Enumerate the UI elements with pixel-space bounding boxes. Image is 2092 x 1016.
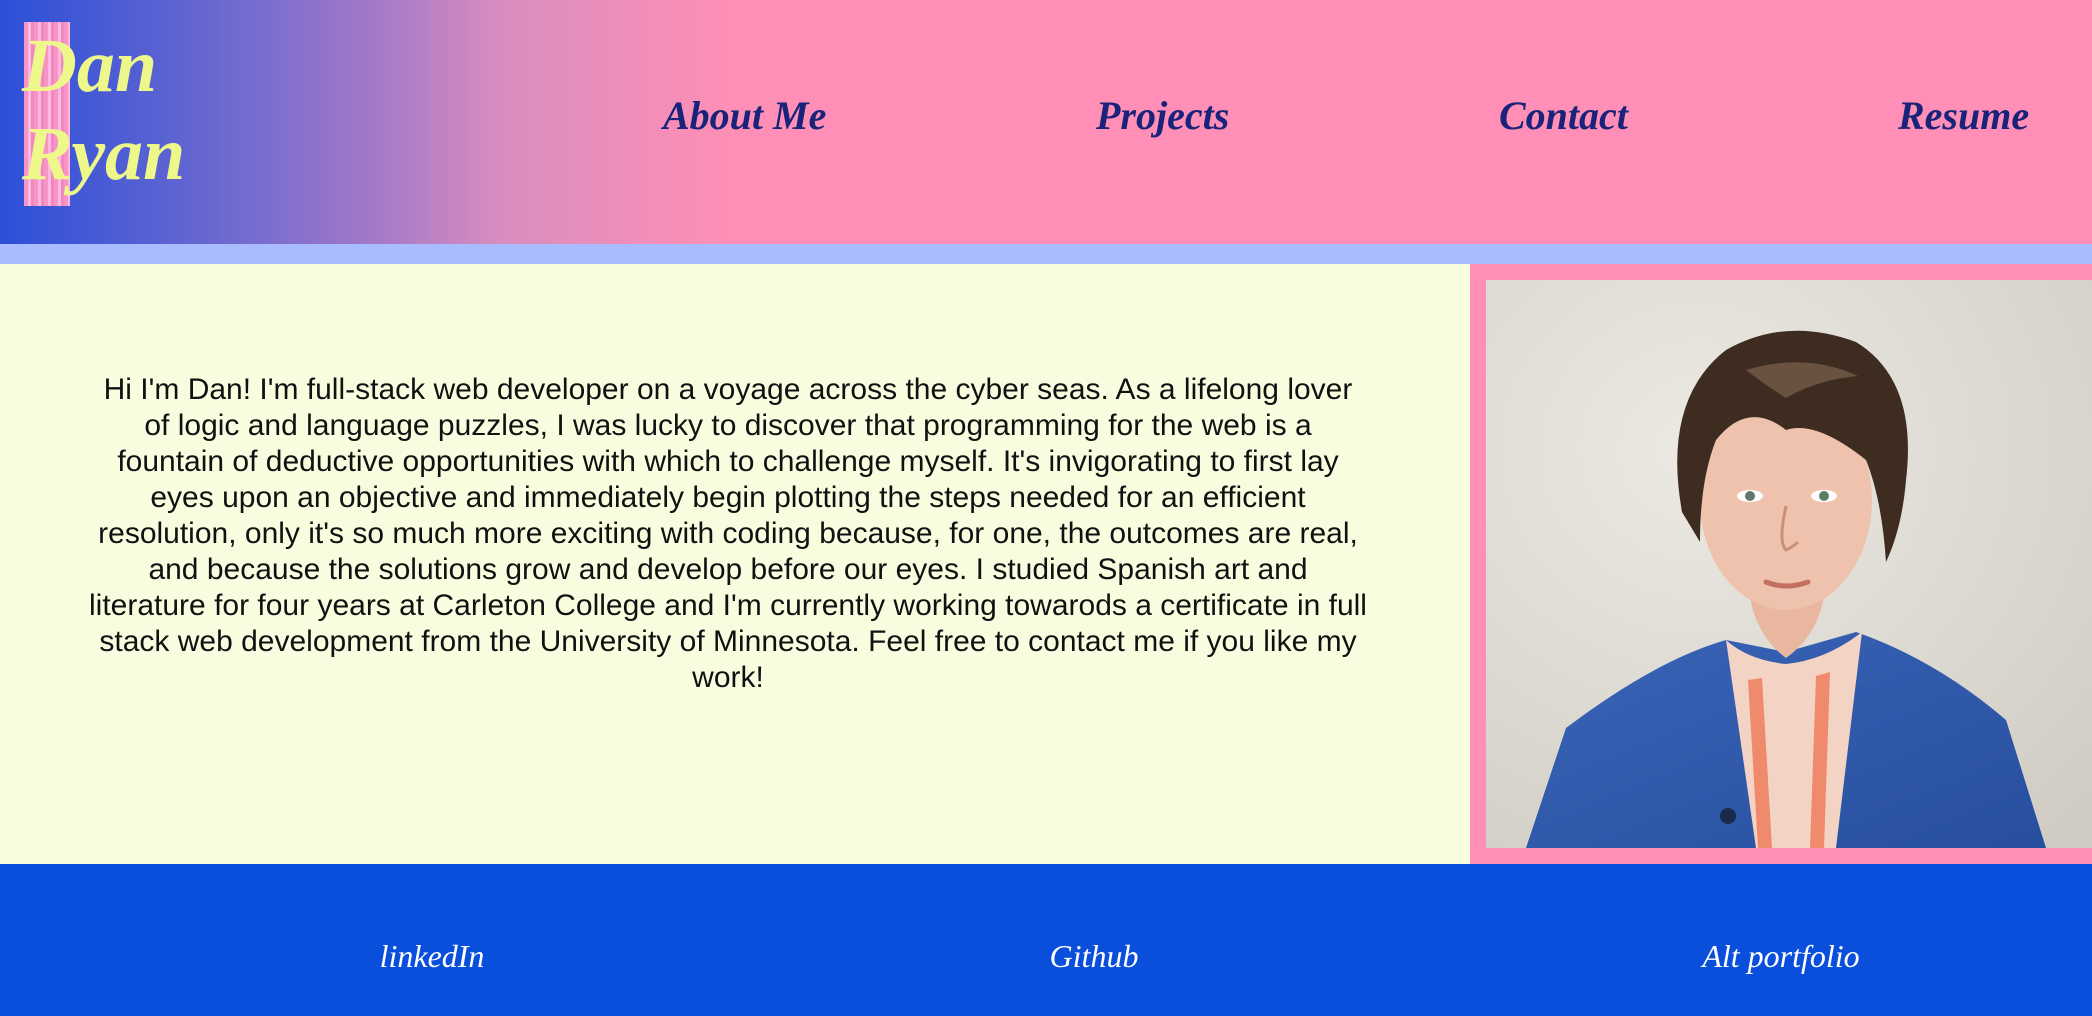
about-section: Hi I'm Dan! I'm full-stack web developer… [0,264,1470,864]
nav-link-projects[interactable]: Projects [1096,88,1229,144]
profile-photo [1486,280,2092,848]
footer-link-github[interactable]: Github [1050,936,1139,976]
nav-link-about-me[interactable]: About Me [663,88,826,144]
main-nav: About Me Projects Contact Resume [0,88,2092,144]
footer-link-alt-portfolio[interactable]: Alt portfolio [1702,936,1859,976]
site-header: Dan Ryan About Me Projects Contact Resum… [0,0,2092,244]
site-footer: linkedIn Github Alt portfolio [0,864,2092,1016]
header-divider [0,244,2092,264]
profile-photo-frame [1470,264,2092,864]
nav-link-resume[interactable]: Resume [1898,88,2029,144]
footer-link-linkedin[interactable]: linkedIn [380,936,485,976]
nav-link-contact[interactable]: Contact [1499,88,1628,144]
bio-paragraph: Hi I'm Dan! I'm full-stack web developer… [89,373,1367,694]
